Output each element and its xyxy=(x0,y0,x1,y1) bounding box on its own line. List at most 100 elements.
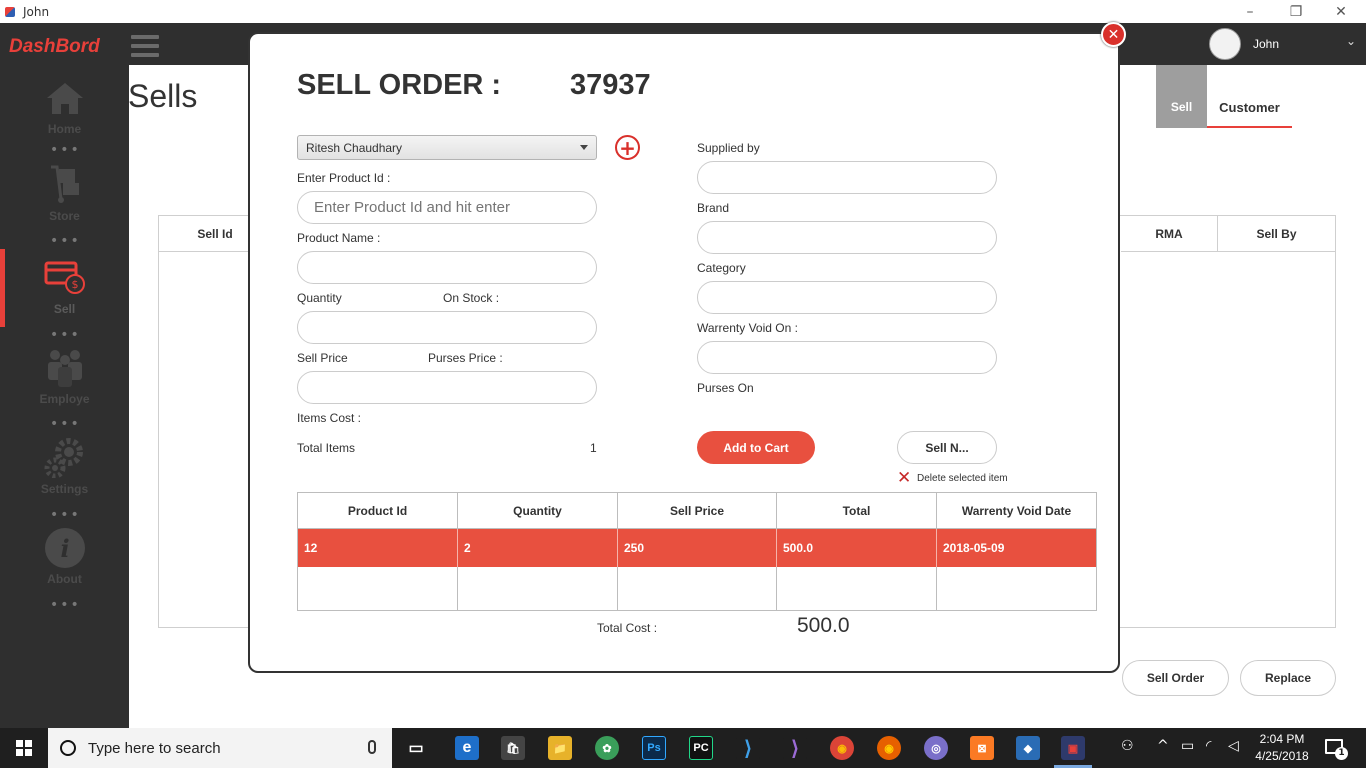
table-cell xyxy=(618,567,777,610)
divider-dots: ••• xyxy=(50,327,81,343)
warrenty-void-on-field[interactable] xyxy=(697,341,997,374)
header-divider xyxy=(297,528,1097,529)
brand-logo: DashBord xyxy=(9,36,100,57)
volume-icon[interactable]: ◁ xyxy=(1228,738,1239,754)
virtualbox-icon[interactable]: ◆ xyxy=(1016,736,1040,760)
sidebar-item-label: Settings xyxy=(40,482,89,496)
hamburger-menu-icon[interactable] xyxy=(131,35,159,57)
home-icon xyxy=(43,78,87,118)
visual-studio-icon[interactable]: ⟩ xyxy=(783,736,807,760)
column-header-sell-price[interactable]: Sell Price xyxy=(618,493,777,529)
divider-dots: ••• xyxy=(50,142,81,158)
add-to-cart-button[interactable]: Add to Cart xyxy=(697,431,815,464)
tab-customer[interactable]: Customer xyxy=(1207,65,1292,128)
delete-selected-item-button[interactable]: ✕ Delete selected item xyxy=(897,470,1008,487)
sidebar-item-settings[interactable]: Settings xyxy=(0,438,129,496)
user-menu[interactable]: John xyxy=(1209,28,1279,60)
wifi-icon[interactable]: ◜ xyxy=(1206,738,1211,754)
column-header-quantity[interactable]: Quantity xyxy=(458,493,618,529)
cortana-icon xyxy=(60,740,76,756)
hand-truck-icon xyxy=(43,165,87,205)
quantity-field[interactable] xyxy=(297,311,597,344)
dropdown-caret-icon xyxy=(580,145,588,150)
customer-select[interactable]: Ritesh Chaudhary xyxy=(297,135,597,160)
category-field[interactable] xyxy=(697,281,997,314)
firefox-icon[interactable]: ◉ xyxy=(877,736,901,760)
sidebar-item-sell[interactable]: $ Sell xyxy=(0,258,129,316)
chrome-icon[interactable]: ◉ xyxy=(830,736,854,760)
table-cell xyxy=(298,567,458,610)
sell-order-button[interactable]: Sell Order xyxy=(1122,660,1229,696)
credit-card-dollar-icon: $ xyxy=(43,258,87,298)
label-purses-on: Purses On xyxy=(697,381,754,395)
add-customer-icon[interactable]: + xyxy=(615,135,640,160)
clock-date: 4/25/2018 xyxy=(1255,749,1309,763)
notification-count: 1 xyxy=(1335,747,1348,760)
product-name-field[interactable] xyxy=(297,251,597,284)
sidebar-item-label: Home xyxy=(47,122,82,136)
sidebar-item-about[interactable]: i About xyxy=(0,528,129,586)
clock-time: 2:04 PM xyxy=(1259,732,1305,746)
people-icon xyxy=(43,348,87,388)
windows-icon xyxy=(16,740,32,756)
sell-now-button[interactable]: Sell N... xyxy=(897,431,997,464)
tab-sell[interactable]: Sell xyxy=(1156,65,1207,128)
pycharm-icon[interactable]: PC xyxy=(689,736,713,760)
column-header-warrenty-void-date[interactable]: Warrenty Void Date xyxy=(937,493,1096,529)
sidebar-item-store[interactable]: Store xyxy=(0,165,129,223)
table-row[interactable]: 12 2 250 500.0 2018-05-09 xyxy=(298,529,1096,567)
dialog-title: SELL ORDER : xyxy=(297,69,502,101)
sidebar-item-label: Sell xyxy=(53,302,76,316)
file-explorer-icon[interactable]: 📁 xyxy=(548,736,572,760)
total-items-value: 1 xyxy=(590,441,597,455)
start-button[interactable] xyxy=(0,728,48,768)
xampp-icon[interactable]: ⊠ xyxy=(970,736,994,760)
photoshop-icon[interactable]: Ps xyxy=(642,736,666,760)
column-header-total[interactable]: Total xyxy=(777,493,937,529)
chevron-down-icon[interactable]: ⌄ xyxy=(1346,34,1356,48)
svg-text:i: i xyxy=(60,534,69,563)
svg-text:$: $ xyxy=(71,278,78,291)
replace-button[interactable]: Replace xyxy=(1240,660,1336,696)
restore-button[interactable]: ❐ xyxy=(1273,0,1319,23)
label-category: Category xyxy=(697,261,746,275)
browser-icon[interactable]: ✿ xyxy=(595,736,619,760)
table-cell xyxy=(458,567,618,610)
column-header-product-id[interactable]: Product Id xyxy=(298,493,458,529)
supplied-by-field[interactable] xyxy=(697,161,997,194)
brand-field[interactable] xyxy=(697,221,997,254)
sidebar-item-home[interactable]: Home xyxy=(0,78,129,136)
clock[interactable]: 2:04 PM 4/25/2018 xyxy=(1249,731,1315,765)
close-icon[interactable]: ✕ xyxy=(1101,22,1126,47)
table-cell: 2 xyxy=(458,529,618,567)
cart-table-header: Product Id Quantity Sell Price Total War… xyxy=(298,493,1096,529)
vscode-icon[interactable]: ⟩ xyxy=(736,736,760,760)
label-product-name: Product Name : xyxy=(297,231,381,245)
show-hidden-icons-icon[interactable]: ^ xyxy=(1157,738,1169,754)
product-id-input[interactable] xyxy=(297,191,597,224)
avatar xyxy=(1209,28,1241,60)
label-enter-product-id: Enter Product Id : xyxy=(297,171,391,185)
label-total-items: Total Items xyxy=(297,441,356,455)
store-icon[interactable]: 🛍 xyxy=(501,736,525,760)
label-items-cost: Items Cost : xyxy=(297,411,362,425)
divider-dots: ••• xyxy=(50,507,81,523)
page-title: Sells xyxy=(128,78,198,114)
battery-icon[interactable]: ▭ xyxy=(1181,738,1194,754)
edge-icon[interactable]: e xyxy=(455,736,479,760)
task-view-icon[interactable]: ▭ xyxy=(404,736,428,760)
java-app-icon[interactable]: ▣ xyxy=(1061,736,1085,760)
sidebar-item-employe[interactable]: Employe xyxy=(0,348,129,406)
app-icon[interactable]: ◎ xyxy=(924,736,948,760)
label-quantity: Quantity xyxy=(297,291,342,305)
sidebar-item-label: Employe xyxy=(39,392,90,406)
label-on-stock: On Stock : xyxy=(443,291,500,305)
people-icon[interactable]: ⚇ xyxy=(1121,738,1134,754)
microphone-icon[interactable] xyxy=(368,740,376,754)
delete-selected-label: Delete selected item xyxy=(917,473,1008,484)
sell-price-field[interactable] xyxy=(297,371,597,404)
taskbar-search[interactable]: Type here to search xyxy=(48,728,392,768)
window-close-button[interactable]: ✕ xyxy=(1318,0,1364,23)
minimize-button[interactable]: – xyxy=(1227,0,1273,23)
cart-table: Product Id Quantity Sell Price Total War… xyxy=(297,492,1097,611)
